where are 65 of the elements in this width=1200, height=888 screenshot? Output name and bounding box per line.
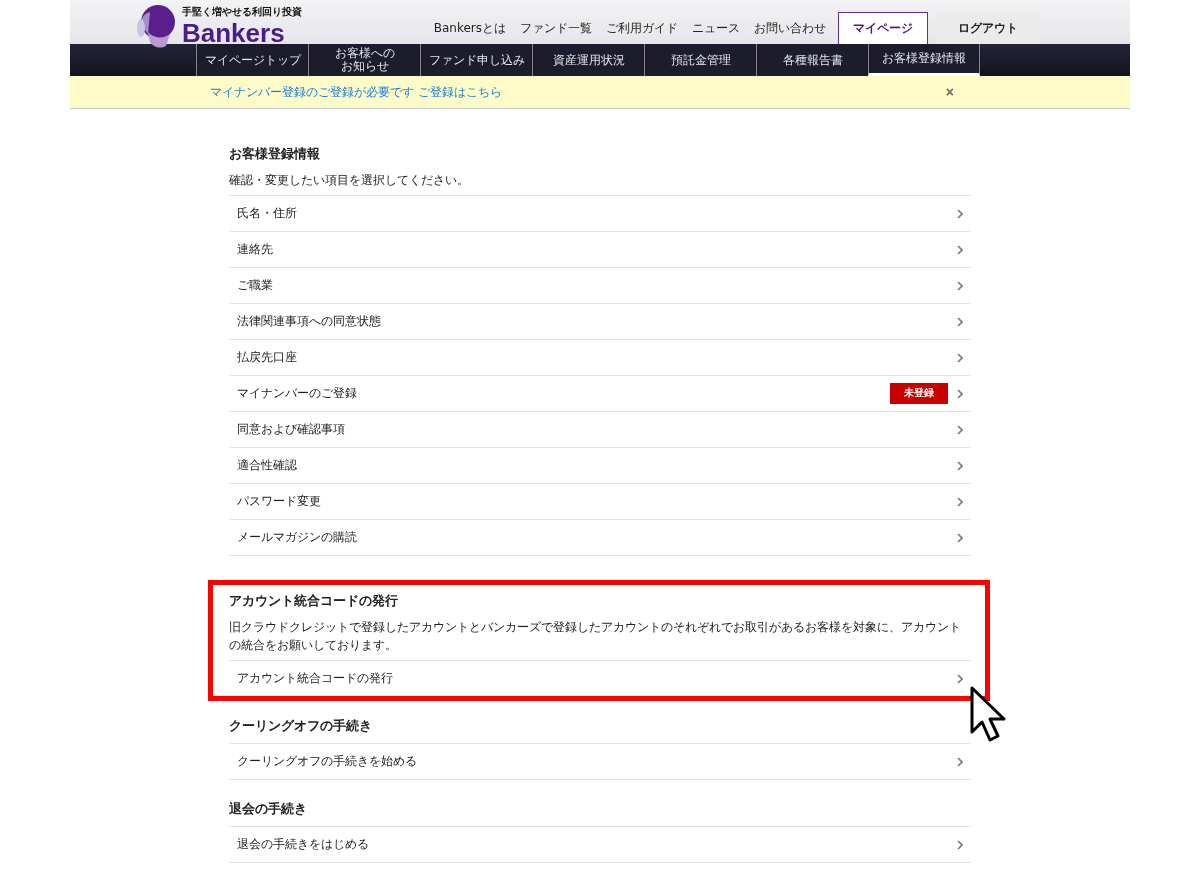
close-button[interactable]: × <box>945 84 954 100</box>
item-label: 連絡先 <box>237 242 273 257</box>
section-title: アカウント統合コードの発行 <box>229 592 399 610</box>
tagline: 手堅く増やせる利回り投資 <box>182 5 302 19</box>
nav-link[interactable]: お問い合わせ <box>747 20 833 37</box>
item-label: マイナンバーのご登録 <box>237 386 357 401</box>
nav-link[interactable]: Bankersとは <box>426 20 513 37</box>
chevron-icon <box>957 460 963 471</box>
list-item[interactable]: 適合性確認 <box>229 448 971 484</box>
item-label: 退会の手続きをはじめる <box>237 837 369 852</box>
section-description: 確認・変更したい項目を選択してください。 <box>229 172 470 189</box>
list-item[interactable]: 同意および確認事項 <box>229 412 971 448</box>
chevron-icon <box>957 388 963 399</box>
nav-tab[interactable]: お客様への お知らせ <box>308 44 420 76</box>
logout-button[interactable]: ログアウト <box>936 13 1040 44</box>
section-title: 退会の手続き <box>229 800 308 818</box>
chevron-icon <box>957 532 963 543</box>
nav-link[interactable]: ご利用ガイド <box>599 20 685 37</box>
chevron-icon <box>957 424 963 435</box>
list-item[interactable]: パスワード変更 <box>229 484 971 520</box>
nav-tab[interactable]: お客様登録情報 <box>868 44 980 76</box>
item-label: クーリングオフの手続きを始める <box>237 754 417 769</box>
nav-tab[interactable]: ファンド申し込み <box>420 44 532 76</box>
chevron-icon <box>957 756 963 767</box>
logo-icon <box>136 4 176 48</box>
notice-link[interactable]: マイナンバー登録のご登録が必要です ご登録はこちら <box>210 83 502 101</box>
list-item[interactable]: ご職業 <box>229 268 971 304</box>
chevron-icon <box>957 316 963 327</box>
item-label: 氏名・住所 <box>237 206 297 221</box>
chevron-icon <box>957 673 963 684</box>
list-item[interactable]: メールマガジンの購読 <box>229 520 971 556</box>
nav-link[interactable]: ニュース <box>685 20 747 37</box>
nav-tab[interactable]: 各種報告書 <box>756 44 868 76</box>
nav-tab[interactable]: マイページトップ <box>196 44 308 76</box>
list-item[interactable]: アカウント統合コードの発行 <box>229 661 971 697</box>
list-item[interactable]: マイナンバーのご登録 未登録 <box>229 376 971 412</box>
item-label: メールマガジンの購読 <box>237 530 357 545</box>
nav-link[interactable]: ファンド一覧 <box>513 20 599 37</box>
chevron-icon <box>957 839 963 850</box>
section-description: 旧クラウドクレジットで登録したアカウントとバンカーズで登録したアカウントのそれぞれでお取引があるお客様を対象に、アカウントの統合をお願いしております。 <box>229 619 962 654</box>
item-label: 同意および確認事項 <box>237 422 345 437</box>
chevron-icon <box>957 208 963 219</box>
status-badge: 未登録 <box>890 383 948 404</box>
item-label: アカウント統合コードの発行 <box>237 671 393 686</box>
logo-text: Bankers <box>182 19 286 47</box>
mypage-button[interactable]: マイページ <box>838 12 928 45</box>
list-item[interactable]: クーリングオフの手続きを始める <box>229 744 971 780</box>
chevron-icon <box>957 244 963 255</box>
chevron-icon <box>957 352 963 363</box>
item-label: ご職業 <box>237 278 273 293</box>
item-label: 法律関連事項への同意状態 <box>237 314 381 329</box>
item-label: 払戻先口座 <box>237 350 297 365</box>
section-title: クーリングオフの手続き <box>229 717 373 735</box>
item-label: パスワード変更 <box>237 494 321 509</box>
chevron-icon <box>957 496 963 507</box>
list-item[interactable]: 連絡先 <box>229 232 971 268</box>
list-item[interactable]: 退会の手続きをはじめる <box>229 827 971 863</box>
chevron-icon <box>957 280 963 291</box>
section-title: お客様登録情報 <box>229 145 321 163</box>
nav-tab[interactable]: 預託金管理 <box>644 44 756 76</box>
nav-tab[interactable]: 資産運用状況 <box>532 44 644 76</box>
list-item[interactable]: 法律関連事項への同意状態 <box>229 304 971 340</box>
list-item[interactable]: 払戻先口座 <box>229 340 971 376</box>
list-item[interactable]: 氏名・住所 <box>229 196 971 232</box>
item-label: 適合性確認 <box>237 458 297 473</box>
